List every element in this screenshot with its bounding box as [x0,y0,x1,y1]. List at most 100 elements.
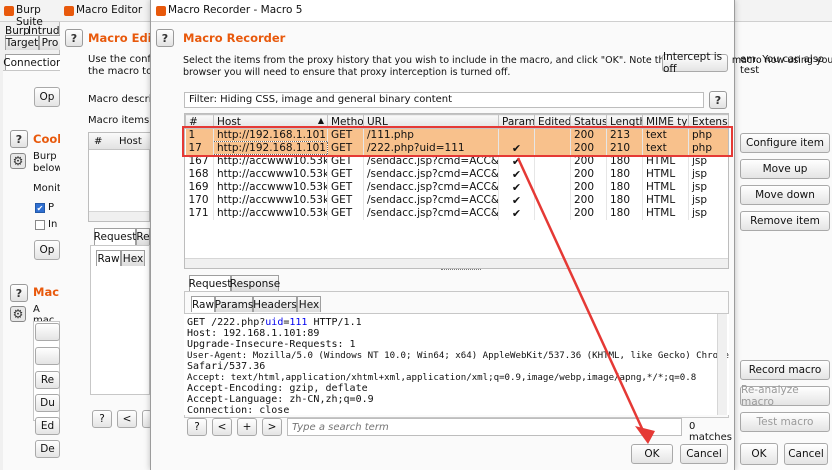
request-param-value: 111 [289,317,308,328]
checkbox-intruder[interactable] [35,220,45,230]
col-host[interactable]: Host ▲ [213,114,328,129]
subtab-params[interactable]: Params [215,296,253,312]
macro-button-de[interactable]: De [35,440,60,458]
recorder-ok-button[interactable]: OK [631,444,673,464]
history-row[interactable]: 171 http://accwww10.53kf.com GET /sendac… [185,206,728,220]
cell-length: 180 [606,193,643,207]
filter-bar[interactable]: Filter: Hiding CSS, image and general bi… [184,92,704,108]
history-row[interactable]: 167 http://accwww10.53kf.com GET /sendac… [185,154,728,168]
gear-icon[interactable]: ⚙ [10,153,26,169]
request-param-name: uid [265,317,284,328]
history-hscroll[interactable] [185,258,728,268]
move-down-button[interactable]: Move down [740,185,830,205]
cell-params: ✔ [498,167,535,181]
recorder-help-icon[interactable]: ? [156,29,174,47]
request-header-line: Connection: close [187,405,290,415]
col-url[interactable]: URL [363,114,499,129]
recorder-heading: Macro Recorder [183,31,286,45]
cell-length: 180 [606,206,643,220]
cell-ext: jsp [688,206,728,220]
macro-editor-cancel-button[interactable]: Cancel [784,443,828,465]
col-mime[interactable]: MIME type [642,114,689,129]
col-params[interactable]: Params [498,114,535,129]
macro-editor-tab-response[interactable]: Re [136,228,150,245]
col-length[interactable]: Length [606,114,643,129]
request-vscroll[interactable] [717,314,727,415]
col-edited[interactable]: Edited [534,114,571,129]
request-text-area[interactable]: GET /222.php?uid=111 HTTP/1.1 Host: 192.… [184,313,729,415]
macro-button-du[interactable]: Du [35,394,60,412]
cell-status: 200 [570,154,607,168]
history-row[interactable]: 17 http://192.168.1.101:89 GET /222.php?… [185,141,728,155]
history-row[interactable]: 1 http://192.168.1.101:89 GET /111.php 2… [185,128,728,142]
help-icon[interactable]: ? [10,130,28,148]
cell-num: 168 [185,167,214,181]
recorder-title: Macro Recorder - Macro 5 [168,4,303,16]
cell-params: ✔ [498,154,535,168]
col-status[interactable]: Status [570,114,607,129]
macro-items-hscroll[interactable] [89,211,149,221]
macro-editor-tab-request[interactable]: Request [94,228,136,245]
cell-mime: HTML [642,180,689,194]
macro-items-col-host[interactable]: Host [119,136,142,147]
options-button-2[interactable]: Op [34,240,60,260]
search-add-button[interactable]: + [237,418,257,436]
recorder-tab-request[interactable]: Request [189,275,231,291]
tab-proxy[interactable]: Pro [39,35,61,50]
reanalyze-macro-button[interactable]: Re-analyze macro [740,384,830,408]
subtab-hex[interactable]: Hex [297,296,321,312]
record-macro-button[interactable]: Record macro [740,360,830,380]
search-next-button[interactable]: > [262,418,282,436]
macro-button-remove[interactable] [35,347,60,365]
burp-suite-window: Burp Suite Burp Intrude Target Pro Conne… [0,0,67,470]
history-row[interactable]: 170 http://accwww10.53kf.com GET /sendac… [185,193,728,207]
macro-editor-help-button[interactable]: ? [92,410,112,428]
macro-editor-request-panel [90,245,150,395]
history-row[interactable]: 169 http://accwww10.53kf.com GET /sendac… [185,180,728,194]
macro-editor-subtab-raw[interactable]: Raw [96,250,121,266]
macro-items-col-num[interactable]: # [94,136,102,147]
col-extension[interactable]: Extension [688,114,728,129]
macro-editor-ok-button[interactable]: OK [740,443,778,465]
macro-editor-subtab-hex[interactable]: Hex [121,250,145,266]
col-host-label: Host [217,115,241,128]
search-help-button[interactable]: ? [187,418,207,436]
gear-icon-2[interactable]: ⚙ [10,306,26,322]
remove-item-button[interactable]: Remove item [740,211,830,231]
macro-editor-prev-button[interactable]: < [117,410,137,428]
checkbox-proxy[interactable]: ✔ [35,203,45,213]
subtab-raw[interactable]: Raw [191,296,215,312]
search-input[interactable] [287,418,682,436]
cell-url: /sendacc.jsp?cmd=ACC&did=0&si... [363,206,499,220]
options-button-1[interactable]: Op [34,87,60,107]
proxy-history-table[interactable]: # Host▲ Method URL Params Edited Status … [184,113,729,269]
move-up-button[interactable]: Move up [740,159,830,179]
configure-item-button[interactable]: Configure item [740,133,830,153]
macro-editor-help-icon[interactable]: ? [65,29,83,47]
cell-host: http://accwww10.53kf.com [213,206,328,220]
search-prev-button[interactable]: < [212,418,232,436]
cell-params: ✔ [498,141,535,155]
tab-target[interactable]: Target [5,35,39,50]
burp-logo-icon [4,6,14,16]
filter-help-icon[interactable]: ? [709,91,727,109]
splitter-handle[interactable] [441,269,481,272]
cell-mime: text [642,128,689,142]
macro-button-ed[interactable]: Ed [35,417,60,435]
macro-items-table[interactable]: # Host [88,132,151,222]
cell-status: 200 [570,180,607,194]
cell-status: 200 [570,167,607,181]
history-row[interactable]: 168 http://accwww10.53kf.com GET /sendac… [185,167,728,181]
col-num[interactable]: # [185,114,214,129]
col-method[interactable]: Method [327,114,364,129]
tab-connections[interactable]: Connection [3,54,63,70]
subtab-headers[interactable]: Headers [253,296,297,312]
cell-num: 170 [185,193,214,207]
test-macro-button[interactable]: Test macro [740,412,830,432]
macro-add-button[interactable] [35,323,60,341]
recorder-tab-response[interactable]: Response [230,275,280,291]
help-icon-2[interactable]: ? [10,284,28,302]
intercept-toggle-button[interactable]: Intercept is off [662,51,728,75]
macro-button-re[interactable]: Re [35,371,60,389]
recorder-cancel-button[interactable]: Cancel [680,444,728,464]
